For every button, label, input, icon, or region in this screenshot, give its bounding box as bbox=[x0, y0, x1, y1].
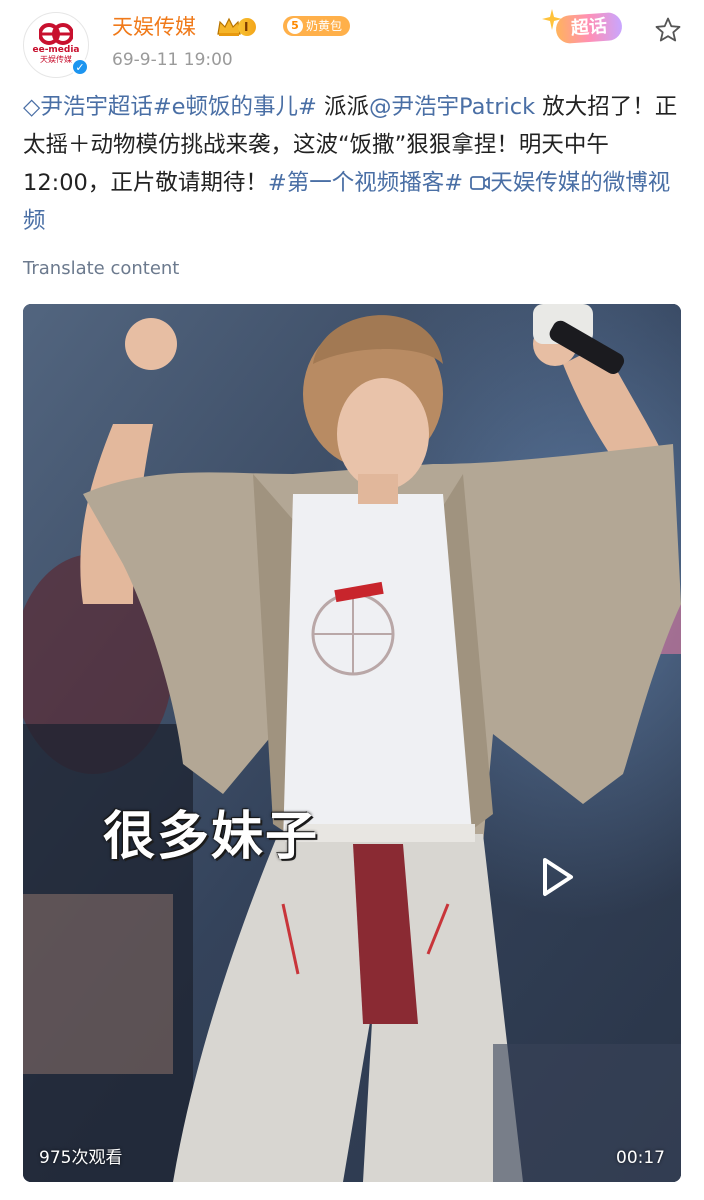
video-subtitle: 很多妹子 bbox=[103, 807, 320, 867]
hashtag-link[interactable]: #e顿饭的事儿# bbox=[153, 94, 317, 120]
post-text: ◇尹浩宇超话#e顿饭的事儿# 派派@尹浩宇Patrick 放大招了！正太摇＋动物… bbox=[23, 88, 683, 240]
video-duration: 00:17 bbox=[616, 1148, 665, 1168]
fan-badge-level: 5 bbox=[287, 18, 303, 34]
member-level: I bbox=[238, 18, 257, 36]
star-icon[interactable] bbox=[654, 16, 682, 44]
logo-cn-text: 天娱传媒 bbox=[40, 54, 72, 64]
hashtag-link[interactable]: #第一个视频播客# bbox=[268, 170, 463, 196]
post-time: 69-9-11 19:00 bbox=[112, 50, 233, 70]
author-name[interactable]: 天娱传媒 bbox=[112, 13, 196, 41]
supertopic-label: 超话 bbox=[555, 11, 623, 45]
verified-icon: ✓ bbox=[71, 58, 89, 76]
video-player[interactable]: 很多妹子 975次观看 00:17 bbox=[23, 304, 681, 1182]
supertopic-button[interactable]: 超话 bbox=[540, 8, 632, 46]
mention-link[interactable]: @尹浩宇Patrick bbox=[369, 94, 535, 120]
fan-badge[interactable]: 5 奶黄包 bbox=[283, 16, 351, 36]
fan-badge-label: 奶黄包 bbox=[306, 19, 343, 33]
supertopic-link[interactable]: ◇尹浩宇超话 bbox=[23, 94, 153, 120]
diamond-icon: ◇ bbox=[23, 94, 41, 120]
post-text-segment: 派派 bbox=[316, 94, 370, 120]
video-frame-image bbox=[23, 304, 681, 1182]
play-icon[interactable] bbox=[533, 854, 579, 900]
ee-media-logo-icon bbox=[39, 22, 73, 45]
translate-link[interactable]: Translate content bbox=[23, 258, 179, 279]
logo-text: ee-media bbox=[32, 44, 80, 55]
member-level-badge[interactable]: I bbox=[216, 16, 257, 38]
view-count: 975次观看 bbox=[39, 1148, 123, 1168]
video-link-icon bbox=[470, 176, 491, 190]
